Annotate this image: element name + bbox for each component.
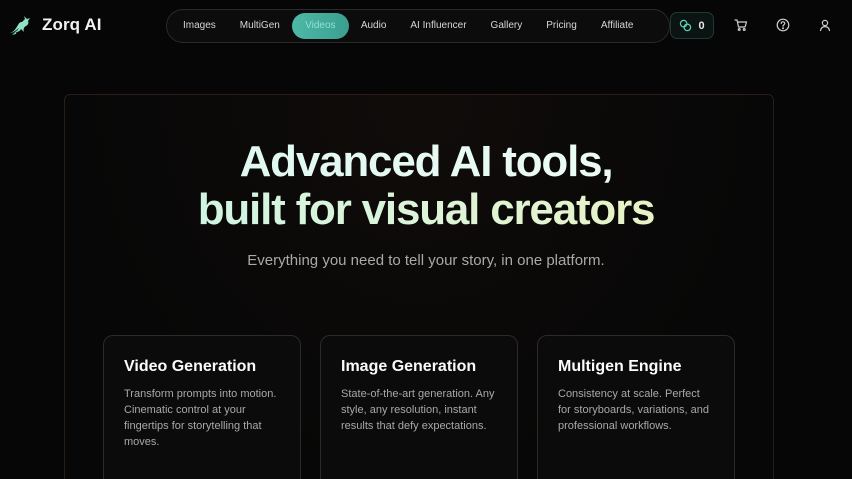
- feature-title: Multigen Engine: [558, 358, 682, 375]
- help-icon: [776, 18, 790, 32]
- nav-item-videos[interactable]: Videos: [291, 13, 349, 39]
- cart-icon: [734, 19, 748, 32]
- cart-button[interactable]: [734, 18, 748, 32]
- coins-icon: [680, 19, 692, 32]
- nav-item-images[interactable]: Images: [171, 13, 228, 39]
- feature-card-multigen[interactable]: Multigen Engine Consistency at scale. Pe…: [537, 335, 735, 479]
- hero-headline: Advanced AI tools, built for visual crea…: [0, 138, 852, 234]
- nav-item-multigen[interactable]: MultiGen: [228, 13, 292, 39]
- user-icon: [819, 19, 831, 32]
- hero-headline-line2: built for visual creators: [0, 186, 852, 234]
- main-nav: Images MultiGen Videos Audio AI Influenc…: [166, 9, 670, 43]
- credits-button[interactable]: 0: [670, 12, 714, 39]
- nav-item-pricing[interactable]: Pricing: [534, 13, 589, 39]
- feature-card-video[interactable]: Video Generation Transform prompts into …: [103, 335, 301, 479]
- nav-item-gallery[interactable]: Gallery: [479, 13, 535, 39]
- brand-logo[interactable]: Zorq AI: [8, 13, 102, 37]
- credits-count: 0: [698, 19, 705, 32]
- hero-subheading: Everything you need to tell your story, …: [247, 252, 605, 269]
- feature-description: Transform prompts into motion. Cinematic…: [124, 388, 277, 448]
- hero-headline-line1: Advanced AI tools,: [0, 138, 852, 186]
- nav-item-ai-influencer[interactable]: AI Influencer: [398, 13, 478, 39]
- nav-item-affiliate[interactable]: Affiliate: [589, 13, 646, 39]
- feature-title: Image Generation: [341, 358, 477, 375]
- feature-card-image[interactable]: Image Generation State-of-the-art genera…: [320, 335, 518, 479]
- feature-title: Video Generation: [124, 358, 257, 375]
- help-button[interactable]: [776, 18, 790, 32]
- account-button[interactable]: [818, 18, 832, 32]
- brand-name: Zorq AI: [42, 15, 102, 34]
- feature-description: State-of-the-art generation. Any style, …: [341, 388, 495, 432]
- nav-item-audio[interactable]: Audio: [349, 13, 399, 39]
- leaping-deer-icon: [10, 16, 30, 35]
- feature-description: Consistency at scale. Perfect for storyb…: [558, 388, 710, 432]
